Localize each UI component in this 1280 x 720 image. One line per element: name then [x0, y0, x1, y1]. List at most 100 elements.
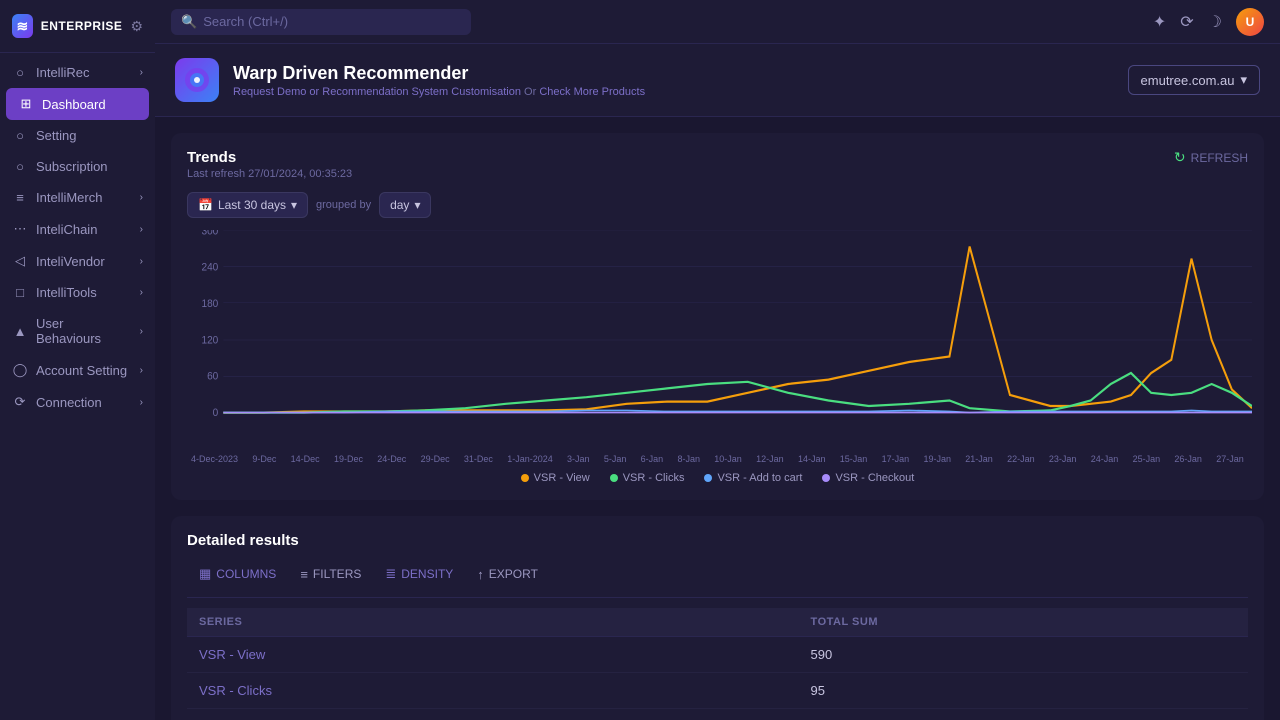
sidebar-item-dashboard[interactable]: ⊞ Dashboard [6, 88, 149, 120]
density-icon: ≣ [385, 566, 396, 582]
legend-dot-vsr-view [521, 474, 529, 482]
chevron-intellitools: › [140, 287, 143, 298]
filters-row: 📅 Last 30 days ▾ grouped by day ▾ [187, 192, 1248, 218]
sidebar-item-intellimerch[interactable]: ≡ IntelliMerch › [0, 182, 155, 213]
table-row: VSR - Clicks 95 [187, 673, 1248, 709]
grouped-by-label: grouped by [316, 199, 371, 211]
chevron-intellimerch: › [140, 192, 143, 203]
search-box[interactable]: 🔍 Search (Ctrl+/) [171, 9, 471, 35]
sidebar-item-intellitools[interactable]: □ IntelliTools › [0, 277, 155, 308]
app-brand: ENTERPRISE [41, 19, 123, 33]
demo-link[interactable]: Request Demo or Recommendation System Cu… [233, 86, 521, 98]
sparkle-icon[interactable]: ✦ [1153, 12, 1166, 32]
sidebar-item-user-behaviours[interactable]: ▲ User Behaviours › [0, 308, 155, 354]
sidebar-label-intellimerch: IntelliMerch [36, 190, 132, 205]
trends-chart: 300 240 180 120 60 0 [183, 230, 1252, 450]
sidebar-header: ≋ ENTERPRISE ⚙ [0, 0, 155, 53]
grouped-chevron: ▾ [414, 198, 420, 212]
sidebar-settings-icon[interactable]: ⚙ [130, 18, 143, 35]
app-icon [175, 58, 219, 102]
sidebar-label-connection: Connection [36, 395, 132, 410]
sidebar-item-intelivendor[interactable]: ◁ InteliVendor › [0, 245, 155, 277]
grouped-by-filter[interactable]: day ▾ [379, 192, 431, 218]
app-logo: ≋ [12, 14, 33, 38]
filters-icon: ≡ [300, 567, 308, 582]
detailed-results-title: Detailed results [187, 532, 1248, 549]
sidebar-label-intelivendor: InteliVendor [36, 254, 132, 269]
page-header: Warp Driven Recommender Request Demo or … [155, 44, 1280, 117]
columns-icon: ▦ [199, 566, 211, 582]
toolbar: ▦ COLUMNS ≡ FILTERS ≣ DENSITY ↑ EXPORT [187, 561, 1248, 598]
sidebar-item-subscription[interactable]: ○ Subscription [0, 151, 155, 182]
cell-total-1: 95 [799, 673, 1248, 709]
main-content: 🔍 Search (Ctrl+/) ✦ ⟳ ☽ U Warp D [155, 0, 1280, 720]
sidebar-nav: ○ IntelliRec › ⊞ Dashboard ○ Setting ○ S… [0, 53, 155, 422]
date-range-filter[interactable]: 📅 Last 30 days ▾ [187, 192, 308, 218]
grouped-by-value: day [390, 198, 409, 212]
legend-dot-vsr-checkout [822, 474, 830, 482]
sidebar-label-intellitools: IntelliTools [36, 285, 132, 300]
cell-series-1: VSR - Clicks [187, 673, 799, 709]
translate-icon[interactable]: ⟳ [1180, 12, 1193, 32]
legend-vsr-clicks: VSR - Clicks [610, 472, 685, 484]
domain-chevron: ▾ [1240, 72, 1247, 88]
page-title: Warp Driven Recommender [233, 63, 645, 84]
search-icon: 🔍 [181, 14, 197, 30]
table-header-row: SERIES TOTAL SUM [187, 608, 1248, 637]
svg-text:120: 120 [201, 334, 218, 347]
sidebar-item-setting[interactable]: ○ Setting [0, 120, 155, 151]
sidebar-icon-intellitools: □ [12, 285, 28, 300]
trends-header: Trends Last refresh 27/01/2024, 00:35:23… [187, 149, 1248, 180]
date-range-label: Last 30 days [218, 198, 286, 212]
detailed-results-section: Detailed results ▦ COLUMNS ≡ FILTERS ≣ D… [171, 516, 1264, 720]
search-placeholder: Search (Ctrl+/) [203, 14, 288, 29]
chart-svg: 300 240 180 120 60 0 [183, 230, 1252, 450]
trends-section: Trends Last refresh 27/01/2024, 00:35:23… [171, 133, 1264, 500]
svg-text:60: 60 [207, 370, 218, 383]
sidebar-item-intelichain[interactable]: ⋯ InteliChain › [0, 213, 155, 245]
products-link[interactable]: Check More Products [539, 86, 645, 98]
chevron-intellirec: › [140, 67, 143, 78]
sidebar-icon-user-behaviours: ▲ [12, 324, 28, 339]
legend-dot-vsr-clicks [610, 474, 618, 482]
page-title-block: Warp Driven Recommender Request Demo or … [233, 63, 645, 98]
columns-label: COLUMNS [216, 567, 276, 581]
domain-label: emutree.com.au [1141, 73, 1235, 88]
subtitle-or: Or [524, 86, 536, 98]
chevron-user-behaviours: › [140, 326, 143, 337]
domain-selector[interactable]: emutree.com.au ▾ [1128, 65, 1260, 95]
density-button[interactable]: ≣ DENSITY [373, 561, 465, 587]
col-total-sum: TOTAL SUM [799, 608, 1248, 637]
sidebar-icon-intelivendor: ◁ [12, 253, 28, 269]
sidebar-label-intellirec: IntelliRec [36, 65, 132, 80]
series-link-1[interactable]: VSR - Clicks [199, 683, 272, 698]
columns-button[interactable]: ▦ COLUMNS [187, 561, 288, 587]
page-subtitle: Request Demo or Recommendation System Cu… [233, 86, 645, 98]
sidebar-icon-account-setting: ◯ [12, 362, 28, 378]
sidebar-label-setting: Setting [36, 128, 143, 143]
sidebar: ≋ ENTERPRISE ⚙ ○ IntelliRec › ⊞ Dashboar… [0, 0, 155, 720]
legend-label-vsr-checkout: VSR - Checkout [835, 472, 914, 484]
legend-vsr-view: VSR - View [521, 472, 590, 484]
legend-label-vsr-view: VSR - View [534, 472, 590, 484]
sidebar-item-connection[interactable]: ⟳ Connection › [0, 386, 155, 418]
sidebar-icon-intellirec: ○ [12, 65, 28, 80]
chart-legend: VSR - View VSR - Clicks VSR - Add to car… [187, 472, 1248, 484]
sidebar-item-account-setting[interactable]: ◯ Account Setting › [0, 354, 155, 386]
refresh-label: REFRESH [1191, 151, 1248, 165]
cell-total-0: 590 [799, 637, 1248, 673]
refresh-icon: ↻ [1174, 149, 1186, 166]
filters-label: FILTERS [313, 567, 361, 581]
table-row: VSR - View 590 [187, 637, 1248, 673]
moon-icon[interactable]: ☽ [1208, 12, 1222, 32]
filters-button[interactable]: ≡ FILTERS [288, 561, 373, 587]
chevron-connection: › [140, 397, 143, 408]
refresh-button[interactable]: ↻ REFRESH [1174, 149, 1248, 166]
sidebar-item-intellirec[interactable]: ○ IntelliRec › [0, 57, 155, 88]
series-link-0[interactable]: VSR - View [199, 647, 265, 662]
user-avatar[interactable]: U [1236, 8, 1264, 36]
export-button[interactable]: ↑ EXPORT [465, 561, 550, 587]
topbar: 🔍 Search (Ctrl+/) ✦ ⟳ ☽ U [155, 0, 1280, 44]
sidebar-icon-setting: ○ [12, 128, 28, 143]
cell-total-2: 24 [799, 709, 1248, 720]
